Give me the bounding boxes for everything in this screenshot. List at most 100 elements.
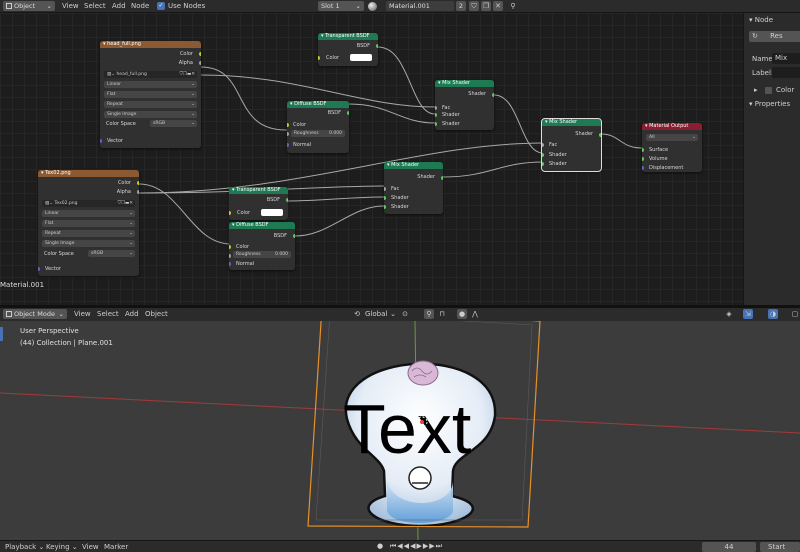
- text-object[interactable]: Text: [343, 390, 471, 468]
- snap-increment-icon[interactable]: ⊓: [437, 309, 447, 319]
- menu-add[interactable]: Add: [125, 310, 139, 318]
- duplicate-icon[interactable]: ❐: [481, 1, 491, 11]
- slot-dropdown[interactable]: Slot 1 ⌄: [318, 1, 364, 11]
- keying-menu[interactable]: Keying ⌄: [46, 543, 78, 551]
- menu-add[interactable]: Add: [112, 2, 126, 10]
- node-image-texture-tex02[interactable]: ▾ Tex02.png Color Alpha ▨⌄ Tex02.png ⛉❐▬✕…: [38, 170, 139, 276]
- color-space-dropdown[interactable]: sRGB ⌄: [88, 250, 135, 257]
- input-displacement-socket[interactable]: [642, 166, 644, 170]
- input-shader1-socket[interactable]: [435, 113, 437, 117]
- fake-user-shield-icon[interactable]: ⛉: [469, 1, 479, 11]
- output-shader-socket[interactable]: [599, 133, 601, 137]
- source-dropdown[interactable]: Single Image ⌄: [104, 111, 197, 118]
- output-alpha-socket[interactable]: [137, 190, 139, 194]
- node-mix-shader-2[interactable]: ▾ Mix Shader Shader Fac Shader Shader: [384, 162, 443, 214]
- menu-marker[interactable]: Marker: [104, 543, 128, 551]
- mode-dropdown[interactable]: Object ⌄: [3, 1, 55, 11]
- image-selector[interactable]: ▨⌄ Tex02.png ⛉❐▬✕: [42, 200, 135, 207]
- interpolation-dropdown[interactable]: Linear ⌄: [42, 210, 135, 217]
- input-normal-socket[interactable]: [287, 143, 289, 147]
- properties-section-header[interactable]: ▾ Properties: [749, 100, 790, 108]
- image-selector[interactable]: ▨⌄ head_full.png ⛉❐▬✕: [104, 71, 197, 78]
- output-bsdf-socket[interactable]: [376, 44, 378, 48]
- start-frame-field[interactable]: Start: [760, 542, 800, 552]
- menu-select[interactable]: Select: [97, 310, 119, 318]
- material-sphere-icon[interactable]: [368, 2, 377, 11]
- orientation-dropdown[interactable]: Global: [365, 310, 387, 318]
- menu-node[interactable]: Node: [131, 2, 149, 10]
- overlays-icon[interactable]: ◑: [768, 309, 778, 319]
- output-shader-socket[interactable]: [441, 176, 443, 180]
- node-transparent-bsdf-2[interactable]: ▾ Transparent BSDF BSDF Color: [229, 187, 288, 220]
- output-alpha-socket[interactable]: [199, 61, 201, 65]
- node-material-output[interactable]: ▾ Material Output All ⌄ Surface Volume Di…: [642, 123, 702, 172]
- name-field[interactable]: Mix: [772, 53, 800, 64]
- input-shader1-socket[interactable]: [542, 153, 544, 157]
- color-space-dropdown[interactable]: sRGB ⌄: [150, 120, 197, 127]
- record-icon[interactable]: ●: [377, 542, 383, 550]
- input-vector-socket[interactable]: [38, 267, 40, 271]
- output-bsdf-socket[interactable]: [286, 198, 288, 202]
- input-color-socket[interactable]: [287, 123, 289, 127]
- falloff-icon[interactable]: ⋀: [470, 309, 480, 319]
- input-surface-socket[interactable]: [642, 148, 644, 152]
- node-diffuse-bsdf-1[interactable]: ▾ Diffuse BSDF BSDF Color Roughness 0.000…: [287, 101, 349, 153]
- collapse-right-icon[interactable]: ▸: [754, 86, 758, 94]
- output-color-socket[interactable]: [137, 181, 139, 185]
- object-mode-dropdown[interactable]: Object Mode ⌄: [3, 309, 67, 319]
- node-mix-shader-1[interactable]: ▾ Mix Shader Shader Fac Shader Shader: [435, 80, 494, 130]
- menu-select[interactable]: Select: [84, 2, 106, 10]
- reset-button[interactable]: ↻ Res: [749, 31, 800, 42]
- target-dropdown[interactable]: All ⌄: [646, 134, 698, 141]
- output-bsdf-socket[interactable]: [293, 234, 295, 238]
- node-editor-canvas[interactable]: ▾ head_full.png Color Alpha ▨⌄ head_full…: [0, 13, 743, 305]
- menu-view[interactable]: View: [82, 543, 99, 551]
- pivot-icon[interactable]: ⊙: [400, 309, 410, 319]
- node-section-header[interactable]: ▾ Node: [749, 16, 773, 24]
- projection-dropdown[interactable]: Flat ⌄: [104, 91, 197, 98]
- current-frame-field[interactable]: 44: [702, 542, 756, 552]
- 3d-viewport[interactable]: User Perspective (44) Collection | Plane…: [0, 321, 800, 540]
- label-field[interactable]: [772, 67, 800, 78]
- xray-icon[interactable]: ▢: [790, 309, 800, 319]
- roughness-field[interactable]: Roughness 0.000: [233, 251, 291, 258]
- menu-view[interactable]: View: [74, 310, 91, 318]
- input-fac-socket[interactable]: [384, 187, 386, 191]
- roughness-field[interactable]: Roughness 0.000: [291, 130, 345, 137]
- input-roughness-socket[interactable]: [229, 254, 231, 258]
- node-image-texture-head[interactable]: ▾ head_full.png Color Alpha ▨⌄ head_full…: [100, 41, 201, 148]
- visibility-icon[interactable]: ◈: [724, 309, 734, 319]
- input-vector-socket[interactable]: [100, 139, 102, 143]
- input-normal-socket[interactable]: [229, 262, 231, 266]
- input-fac-socket[interactable]: [435, 106, 437, 110]
- extension-dropdown[interactable]: Repeat ⌄: [104, 101, 197, 108]
- extension-dropdown[interactable]: Repeat ⌄: [42, 230, 135, 237]
- output-color-socket[interactable]: [199, 52, 201, 56]
- close-icon[interactable]: ✕: [493, 1, 503, 11]
- color-swatch[interactable]: [261, 209, 283, 216]
- interpolation-dropdown[interactable]: Linear ⌄: [104, 81, 197, 88]
- playback-controls-icon[interactable]: ⏮◀◀◀▶▶▶⏭: [390, 542, 443, 551]
- output-shader-socket[interactable]: [492, 93, 494, 97]
- pin-icon[interactable]: ⚲: [508, 1, 518, 11]
- input-color-socket[interactable]: [229, 211, 231, 215]
- use-nodes-checkbox[interactable]: ✓: [157, 2, 165, 10]
- input-color-socket[interactable]: [318, 56, 320, 60]
- node-diffuse-bsdf-2[interactable]: ▾ Diffuse BSDF BSDF Color Roughness 0.000…: [229, 222, 295, 270]
- color-swatch[interactable]: [350, 54, 372, 61]
- input-volume-socket[interactable]: [642, 157, 644, 161]
- input-color-socket[interactable]: [229, 245, 231, 249]
- proportional-edit-icon[interactable]: ●: [457, 309, 467, 319]
- gizmo-icon[interactable]: ⇲: [743, 309, 753, 319]
- input-shader2-socket[interactable]: [542, 162, 544, 166]
- node-transparent-bsdf-1[interactable]: ▾ Transparent BSDF BSDF Color: [318, 33, 378, 66]
- input-shader2-socket[interactable]: [435, 122, 437, 126]
- material-name-field[interactable]: Material.001: [386, 1, 454, 11]
- color-checkbox[interactable]: [765, 87, 772, 94]
- source-dropdown[interactable]: Single Image ⌄: [42, 240, 135, 247]
- chevron-down-icon[interactable]: ⌄: [388, 309, 398, 319]
- input-shader2-socket[interactable]: [384, 205, 386, 209]
- input-roughness-socket[interactable]: [287, 132, 289, 136]
- snap-icon[interactable]: ⚲: [424, 309, 434, 319]
- users-count[interactable]: 2: [456, 1, 466, 11]
